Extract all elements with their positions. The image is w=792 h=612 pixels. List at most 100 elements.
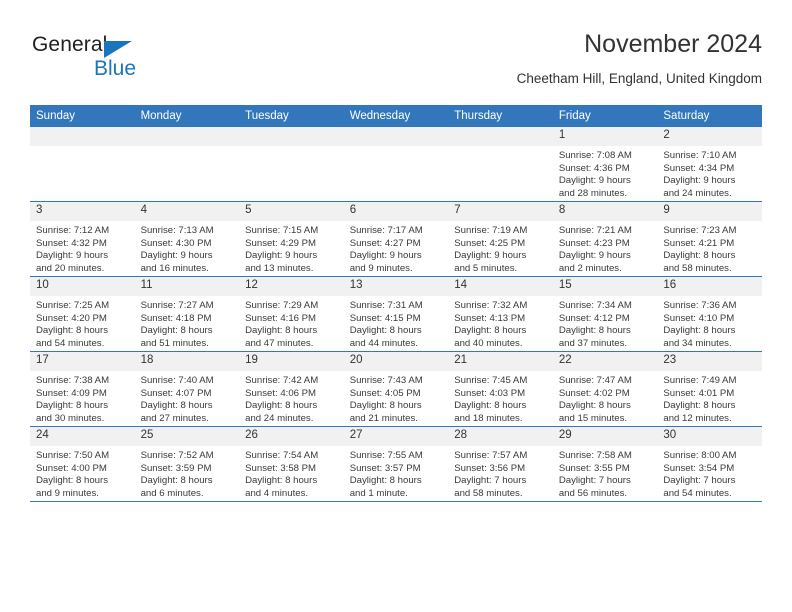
- day-details: Sunrise: 7:40 AM Sunset: 4:07 PM Daylight:…: [135, 371, 240, 425]
- day-details: Sunrise: 7:34 AM Sunset: 4:12 PM Daylight:…: [553, 296, 658, 350]
- calendar-day-cell[interactable]: 5 Sunrise: 7:15 AM Sunset: 4:29 PM Daylight…: [239, 201, 344, 277]
- calendar-day-cell[interactable]: 24 Sunrise: 7:50 AM Sunset: 4:00 PM Dayligh…: [30, 426, 135, 502]
- sunset-time: Sunset: 4:00 PM: [36, 462, 107, 474]
- calendar-day-cell[interactable]: 3 Sunrise: 7:12 AM Sunset: 4:32 PM Daylight…: [30, 201, 135, 277]
- day-number: 3: [30, 202, 135, 221]
- calendar-day-cell[interactable]: 17 Sunrise: 7:38 AM Sunset: 4:09 PM Dayligh…: [30, 351, 135, 427]
- calendar-day-cell[interactable]: 7 Sunrise: 7:19 AM Sunset: 4:25 PM Daylight…: [448, 201, 553, 277]
- daylight-duration-line-1: Daylight: 9 hours: [558, 175, 631, 187]
- calendar-day-cell[interactable]: 10 Sunrise: 7:25 AM Sunset: 4:20 PM Dayligh…: [30, 276, 135, 352]
- day-cell-inner: [134, 127, 240, 201]
- logo-text-blue: Blue: [94, 57, 137, 80]
- day-cell-inner: 30 Sunrise: 8:00 AM Sunset: 3:54 PM Dayligh…: [657, 427, 762, 501]
- sunrise-time: Sunrise: 7:40 AM: [140, 375, 214, 386]
- daylight-duration-line-1: Daylight: 8 hours: [36, 475, 108, 487]
- day-number: 18: [134, 352, 240, 371]
- daylight-duration-line-2: and 51 minutes.: [140, 337, 209, 349]
- daylight-duration-line-2: and 28 minutes.: [558, 187, 628, 199]
- day-number: 26: [239, 427, 344, 446]
- calendar-day-cell[interactable]: 2 Sunrise: 7:10 AM Sunset: 4:34 PM Daylight…: [657, 127, 762, 202]
- day-number: 17: [30, 352, 135, 371]
- daylight-duration-line-1: Daylight: 8 hours: [349, 325, 422, 337]
- sunrise-time: Sunrise: 7:34 AM: [558, 300, 632, 311]
- daylight-duration-line-2: and 30 minutes.: [36, 412, 105, 424]
- daylight-duration-line-2: and 18 minutes.: [454, 412, 523, 424]
- daylight-duration-line-2: and 56 minutes.: [558, 487, 628, 499]
- daylight-duration-line-2: and 4 minutes.: [245, 487, 309, 499]
- sunrise-time: Sunrise: 7:50 AM: [36, 450, 110, 461]
- sunset-time: Sunset: 4:30 PM: [140, 237, 212, 249]
- day-cell-inner: 27 Sunrise: 7:55 AM Sunset: 3:57 PM Dayligh…: [343, 427, 449, 501]
- daylight-duration-line-1: Daylight: 8 hours: [36, 325, 108, 337]
- calendar-day-cell[interactable]: 19 Sunrise: 7:42 AM Sunset: 4:06 PM Dayligh…: [239, 351, 344, 427]
- daylight-duration-line-1: Daylight: 9 hours: [349, 250, 422, 262]
- calendar-day-cell[interactable]: 4 Sunrise: 7:13 AM Sunset: 4:30 PM Daylight…: [134, 201, 240, 277]
- sunset-time: Sunset: 4:10 PM: [663, 312, 735, 324]
- calendar-day-cell[interactable]: 15 Sunrise: 7:34 AM Sunset: 4:12 PM Dayligh…: [552, 276, 658, 352]
- weekday-header-saturday: Saturday: [657, 105, 762, 127]
- sunrise-time: Sunrise: 7:42 AM: [245, 375, 319, 386]
- daylight-duration-line-2: and 15 minutes.: [558, 412, 628, 424]
- calendar-day-cell[interactable]: 8 Sunrise: 7:21 AM Sunset: 4:23 PM Daylight…: [552, 201, 658, 277]
- day-number: 7: [448, 202, 553, 221]
- calendar-day-cell[interactable]: 22 Sunrise: 7:47 AM Sunset: 4:02 PM Dayligh…: [552, 351, 658, 427]
- calendar-day-cell[interactable]: 13 Sunrise: 7:31 AM Sunset: 4:15 PM Dayligh…: [343, 276, 449, 352]
- daylight-duration-line-2: and 58 minutes.: [663, 262, 732, 274]
- day-number: 15: [552, 277, 658, 296]
- daylight-duration-line-1: Daylight: 7 hours: [454, 475, 527, 487]
- page-title: November 2024: [584, 30, 762, 58]
- day-details: Sunrise: 7:23 AM Sunset: 4:21 PM Daylight:…: [657, 221, 762, 275]
- day-cell-inner: 21 Sunrise: 7:45 AM Sunset: 4:03 PM Dayligh…: [448, 352, 553, 426]
- sunset-time: Sunset: 4:25 PM: [454, 237, 526, 249]
- daylight-duration-line-1: Daylight: 8 hours: [140, 325, 213, 337]
- sunset-time: Sunset: 4:27 PM: [349, 237, 421, 249]
- calendar-day-cell-empty: [134, 127, 240, 202]
- calendar-day-cell[interactable]: 29 Sunrise: 7:58 AM Sunset: 3:55 PM Dayligh…: [552, 426, 658, 502]
- calendar-day-cell[interactable]: 11 Sunrise: 7:27 AM Sunset: 4:18 PM Dayligh…: [134, 276, 240, 352]
- day-number: 19: [239, 352, 344, 371]
- calendar-day-cell[interactable]: 14 Sunrise: 7:32 AM Sunset: 4:13 PM Dayligh…: [448, 276, 553, 352]
- daylight-duration-line-1: Daylight: 8 hours: [663, 400, 736, 412]
- calendar-day-cell[interactable]: 25 Sunrise: 7:52 AM Sunset: 3:59 PM Dayligh…: [134, 426, 240, 502]
- day-number: 24: [30, 427, 135, 446]
- day-details: Sunrise: 7:47 AM Sunset: 4:02 PM Daylight:…: [553, 371, 658, 425]
- day-cell-inner: 4 Sunrise: 7:13 AM Sunset: 4:30 PM Daylight…: [134, 202, 240, 276]
- sunrise-time: Sunrise: 8:00 AM: [663, 450, 737, 461]
- daylight-duration-line-1: Daylight: 8 hours: [36, 400, 108, 412]
- calendar-day-cell[interactable]: 28 Sunrise: 7:57 AM Sunset: 3:56 PM Dayligh…: [448, 426, 553, 502]
- calendar-day-cell[interactable]: 27 Sunrise: 7:55 AM Sunset: 3:57 PM Dayligh…: [343, 426, 449, 502]
- daylight-duration-line-2: and 24 minutes.: [245, 412, 314, 424]
- calendar-day-cell[interactable]: 6 Sunrise: 7:17 AM Sunset: 4:27 PM Daylight…: [343, 201, 449, 277]
- day-cell-inner: 7 Sunrise: 7:19 AM Sunset: 4:25 PM Daylight…: [448, 202, 553, 276]
- calendar-day-cell[interactable]: 18 Sunrise: 7:40 AM Sunset: 4:07 PM Dayligh…: [134, 351, 240, 427]
- calendar-day-cell[interactable]: 9 Sunrise: 7:23 AM Sunset: 4:21 PM Daylight…: [657, 201, 762, 277]
- calendar-day-cell[interactable]: 1 Sunrise: 7:08 AM Sunset: 4:36 PM Daylight…: [552, 127, 658, 202]
- calendar-day-cell[interactable]: 16 Sunrise: 7:36 AM Sunset: 4:10 PM Dayligh…: [657, 276, 762, 352]
- calendar-day-cell-empty: [448, 127, 553, 202]
- sunrise-time: Sunrise: 7:23 AM: [663, 225, 737, 236]
- sunset-time: Sunset: 4:03 PM: [454, 387, 526, 399]
- daylight-duration-line-1: Daylight: 8 hours: [663, 250, 736, 262]
- daylight-duration-line-2: and 13 minutes.: [245, 262, 314, 274]
- sunrise-time: Sunrise: 7:32 AM: [454, 300, 528, 311]
- sunrise-time: Sunrise: 7:13 AM: [140, 225, 214, 236]
- calendar-day-cell[interactable]: 30 Sunrise: 8:00 AM Sunset: 3:54 PM Dayligh…: [657, 426, 762, 502]
- sunset-time: Sunset: 3:56 PM: [454, 462, 526, 474]
- sunset-time: Sunset: 3:57 PM: [349, 462, 421, 474]
- day-number: 29: [552, 427, 658, 446]
- general-blue-logo[interactable]: General Blue: [32, 32, 232, 88]
- sunset-time: Sunset: 3:58 PM: [245, 462, 317, 474]
- calendar-day-cell[interactable]: 23 Sunrise: 7:49 AM Sunset: 4:01 PM Dayligh…: [657, 351, 762, 427]
- calendar-day-cell[interactable]: 26 Sunrise: 7:54 AM Sunset: 3:58 PM Dayligh…: [239, 426, 344, 502]
- calendar-day-cell[interactable]: 12 Sunrise: 7:29 AM Sunset: 4:16 PM Dayligh…: [239, 276, 344, 352]
- day-number: 20: [343, 352, 449, 371]
- day-cell-inner: 19 Sunrise: 7:42 AM Sunset: 4:06 PM Dayligh…: [239, 352, 344, 426]
- daylight-duration-line-2: and 34 minutes.: [663, 337, 732, 349]
- day-number: 1: [552, 127, 658, 146]
- calendar-grid: Sunday Monday Tuesday Wednesday Thursday…: [30, 105, 762, 502]
- day-number: 13: [343, 277, 449, 296]
- calendar-day-cell[interactable]: 21 Sunrise: 7:45 AM Sunset: 4:03 PM Dayligh…: [448, 351, 553, 427]
- sunset-time: Sunset: 3:54 PM: [663, 462, 735, 474]
- calendar-day-cell[interactable]: 20 Sunrise: 7:43 AM Sunset: 4:05 PM Dayligh…: [343, 351, 449, 427]
- sunset-time: Sunset: 4:05 PM: [349, 387, 421, 399]
